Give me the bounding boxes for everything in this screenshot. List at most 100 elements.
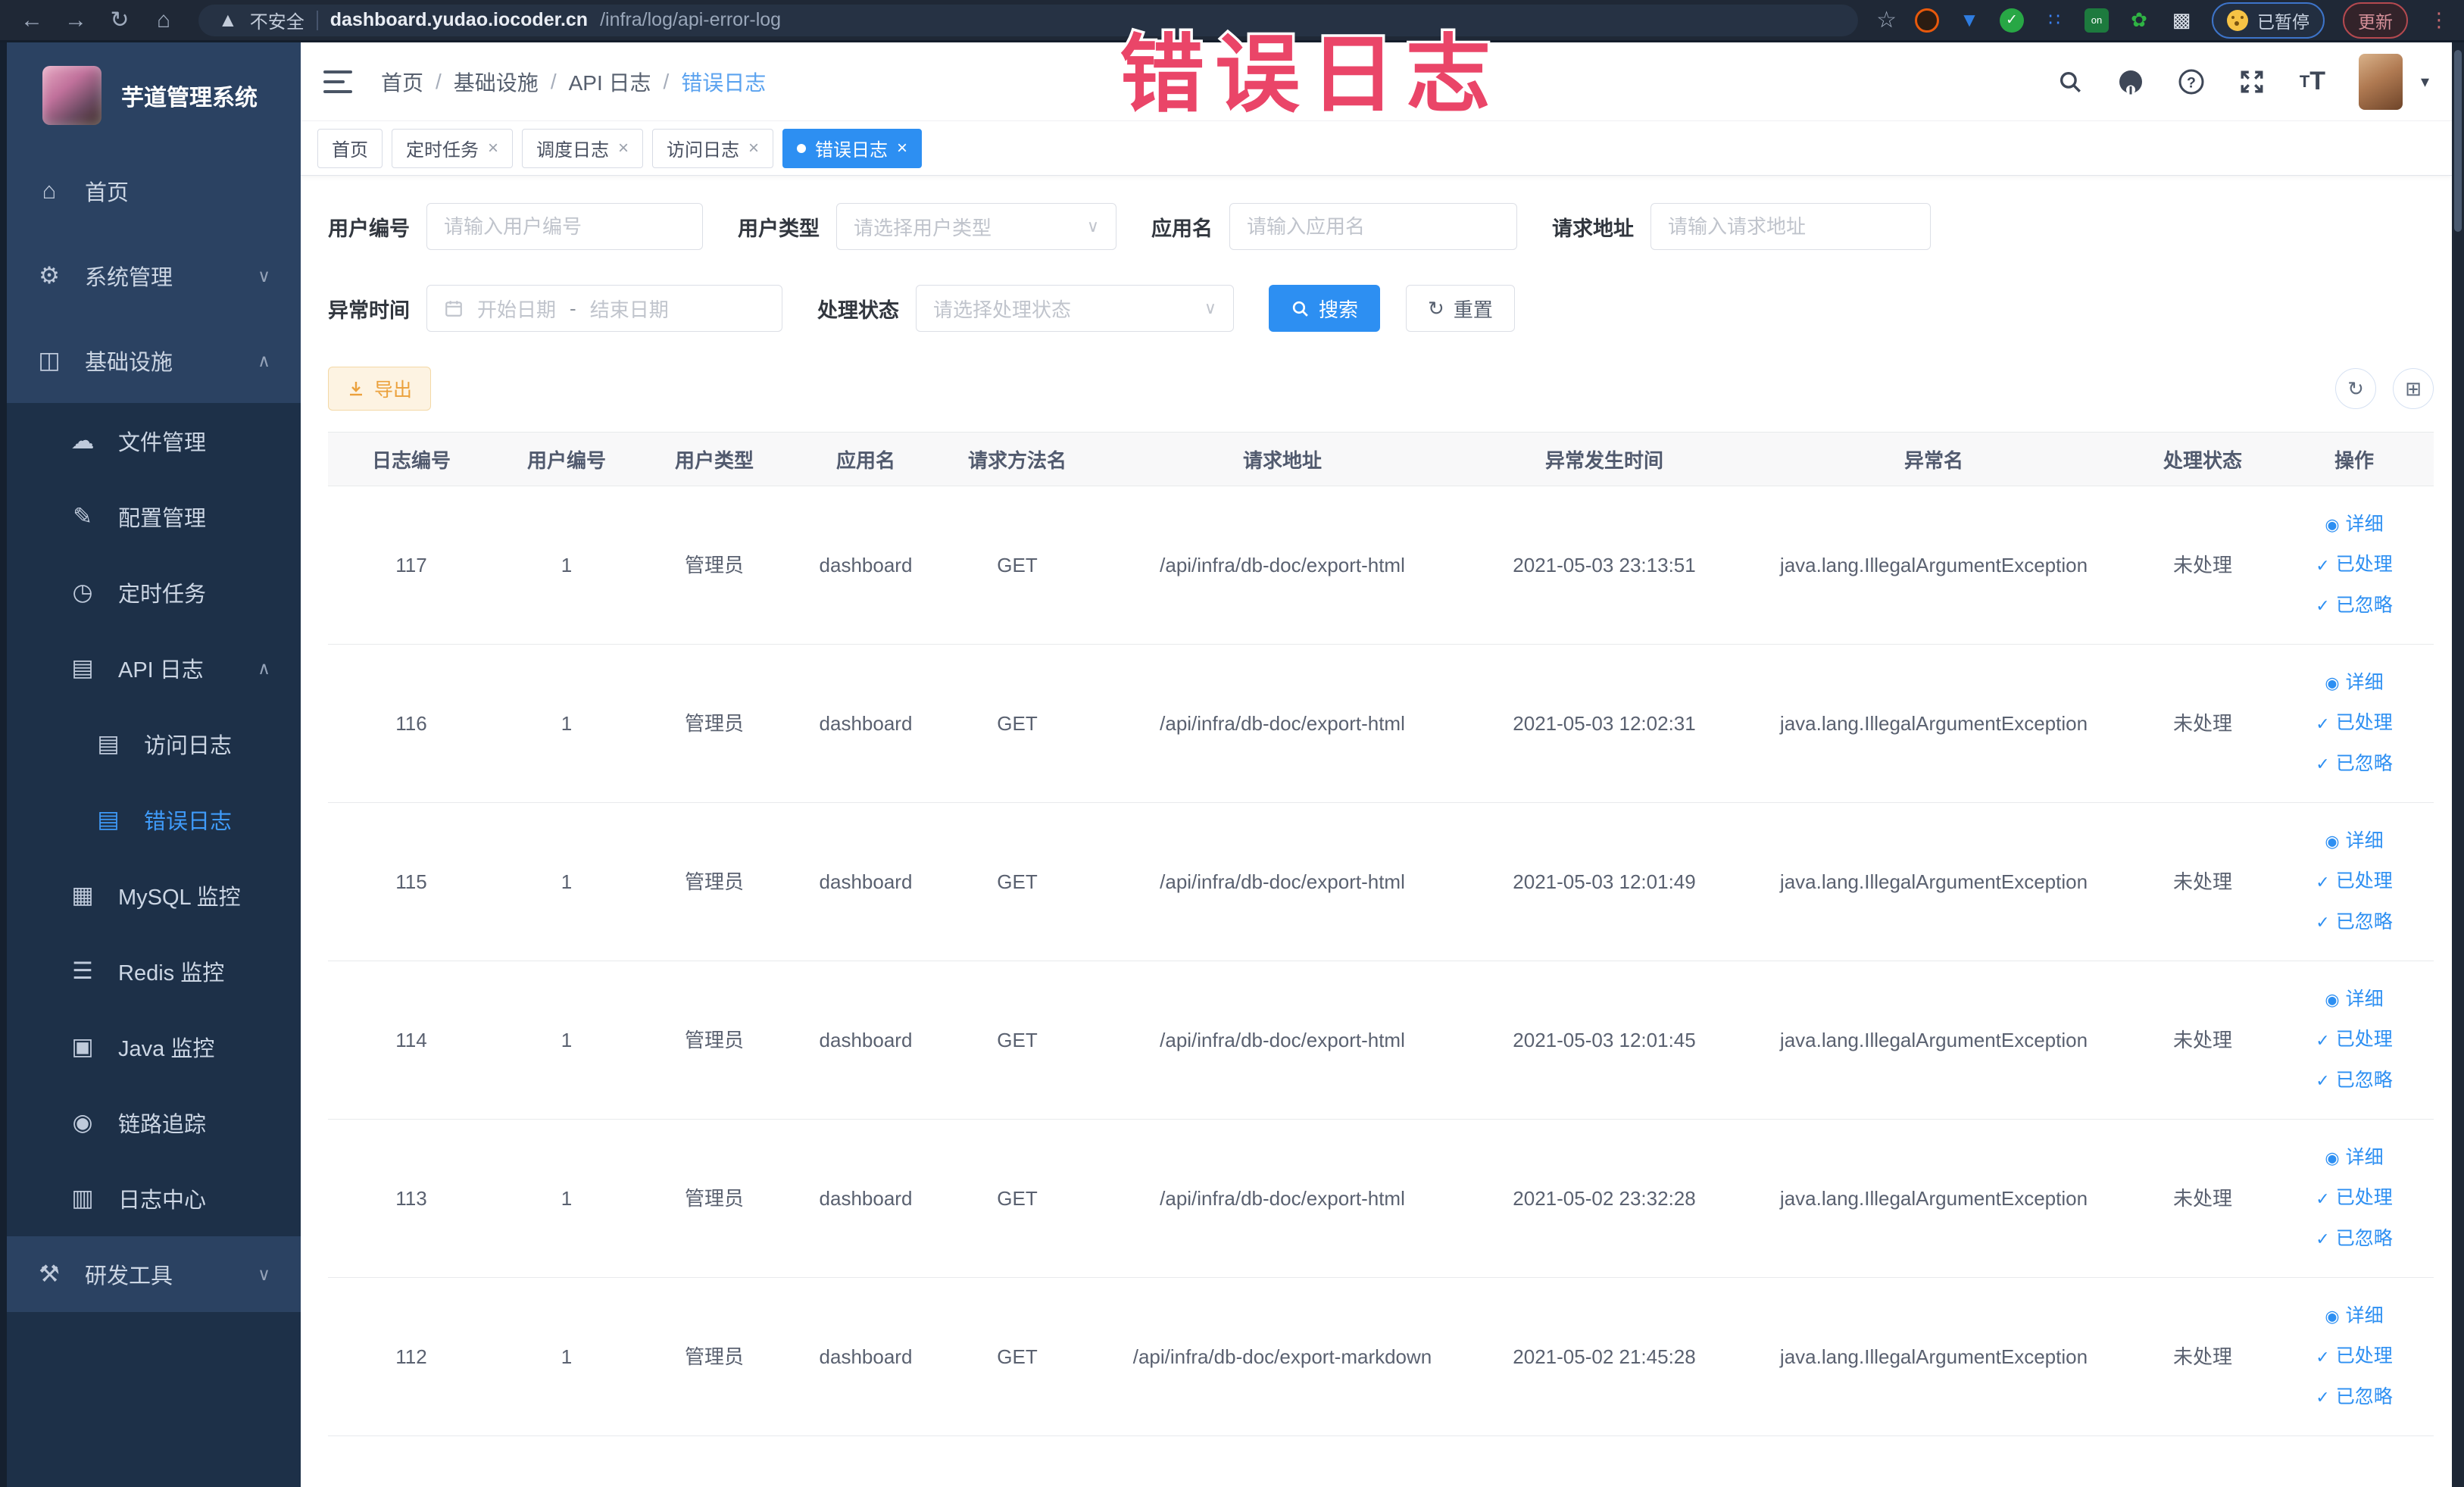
extension-on-badge-icon[interactable]: on [2085, 8, 2109, 33]
page-scrollbar-track[interactable] [2452, 42, 2464, 1487]
address-bar[interactable]: ▲ 不安全 dashboard.yudao.iocoder.cn /infra/… [198, 4, 1859, 36]
search-button[interactable]: 搜索 [1269, 285, 1381, 332]
reload-icon[interactable]: ↻ [103, 7, 136, 33]
sidebar-item-label: Java 监控 [118, 1037, 215, 1061]
cell-id: 114 [395, 1028, 427, 1051]
process-status-select[interactable]: 请选择处理状态 ∨ [916, 285, 1234, 332]
font-size-icon[interactable]: TT [2298, 67, 2327, 96]
processed-action-link[interactable]: ✓ 已处理 [2316, 551, 2392, 579]
processed-action-link[interactable]: ✓ 已处理 [2316, 1026, 2392, 1054]
user-id-input[interactable] [426, 203, 703, 250]
breadcrumb-item[interactable]: 基础设施 [454, 67, 539, 97]
detail-action-link[interactable]: ◉ 详细 [2325, 827, 2383, 856]
ignored-action-link[interactable]: ✓ 已忽略 [2316, 1383, 2392, 1412]
breadcrumb-item[interactable]: 首页 [381, 67, 423, 97]
sidebar-item-infrastructure[interactable]: ◫ 基础设施 ∧ [0, 318, 301, 403]
detail-action-link[interactable]: ◉ 详细 [2325, 1302, 2383, 1331]
breadcrumb-item[interactable]: API 日志 [569, 67, 651, 97]
sidebar-item-home[interactable]: ⌂ 首页 [0, 148, 301, 233]
update-button-label: 更新 [2358, 11, 2393, 32]
github-icon[interactable] [2116, 67, 2145, 96]
extension-leaf-icon[interactable]: ✿ [2127, 8, 2151, 33]
detail-action-link[interactable]: ◉ 详细 [2325, 986, 2383, 1014]
back-icon[interactable]: ← [15, 8, 48, 33]
detail-action-link[interactable]: ◉ 详细 [2325, 511, 2383, 539]
chevron-down-icon: ∨ [258, 265, 270, 286]
close-icon[interactable]: × [748, 139, 759, 158]
detail-action-link[interactable]: ◉ 详细 [2325, 669, 2383, 698]
help-icon[interactable]: ? [2177, 67, 2206, 96]
browser-menu-kebab-icon[interactable]: ⋮ [2429, 8, 2449, 32]
date-range-picker[interactable]: 开始日期 - 结束日期 [426, 285, 782, 332]
fullscreen-icon[interactable] [2238, 67, 2266, 96]
detail-action-link[interactable]: ◉ 详细 [2325, 1144, 2383, 1173]
sidebar-item-cloud-upload[interactable]: ☁ 文件管理 [0, 403, 301, 479]
cell-url: /api/infra/db-doc/export-html [1160, 1186, 1405, 1210]
page-scrollbar-thumb[interactable] [2454, 50, 2462, 232]
user-type-select[interactable]: 请选择用户类型 ∨ [836, 203, 1116, 250]
request-url-input[interactable] [1650, 203, 1931, 250]
forward-icon[interactable]: → [59, 8, 92, 33]
processed-action-link[interactable]: ✓ 已处理 [2316, 1342, 2392, 1371]
refresh-table-button[interactable]: ↻ [2335, 368, 2376, 409]
sidebar-item-gear[interactable]: ⚙ 系统管理 ∨ [0, 233, 301, 318]
ignored-action-link[interactable]: ✓ 已忽略 [2316, 592, 2392, 620]
cell-method: GET [997, 1028, 1038, 1051]
sidebar-item-mysql-monitor[interactable]: ▦ MySQL 监控 [0, 858, 301, 933]
cell-exception: java.lang.IllegalArgumentException [1779, 553, 2088, 576]
extension-orange-icon[interactable] [1915, 8, 1939, 33]
paused-badge[interactable]: 已暂停 [2212, 2, 2325, 39]
sidebar-item-api-log[interactable]: ▤ API 日志 ∧ [0, 630, 301, 706]
extensions-puzzle-icon[interactable]: ▩ [2169, 8, 2194, 33]
sidebar-item-java-monitor[interactable]: ▣ Java 监控 [0, 1009, 301, 1085]
avatar[interactable] [2358, 53, 2403, 110]
sidebar-logo-row[interactable]: 芋道管理系统 [0, 42, 301, 148]
user-menu-caret-icon[interactable]: ▾ [2421, 72, 2429, 92]
search-icon[interactable] [2056, 67, 2085, 96]
cell-time: 2021-05-03 12:01:45 [1513, 1028, 1696, 1051]
sidebar-item-timer[interactable]: ◷ 定时任务 [0, 555, 301, 630]
tab-view-3[interactable]: 访问日志 × [652, 128, 774, 168]
ignored-action-link[interactable]: ✓ 已忽略 [2316, 1225, 2392, 1254]
sidebar-item-access-log[interactable]: ▤ 访问日志 [0, 706, 301, 782]
export-button[interactable]: 导出 [328, 367, 432, 411]
sidebar-collapse-icon[interactable] [323, 70, 352, 93]
ignored-action-link[interactable]: ✓ 已忽略 [2316, 1067, 2392, 1095]
processed-action-link[interactable]: ✓ 已处理 [2316, 709, 2392, 738]
sidebar-item-trace[interactable]: ◉ 链路追踪 [0, 1085, 301, 1161]
home-icon[interactable]: ⌂ [147, 8, 180, 33]
close-icon[interactable]: × [488, 139, 498, 158]
breadcrumb-item[interactable]: 错误日志 [681, 67, 766, 97]
ignored-action-link[interactable]: ✓ 已忽略 [2316, 908, 2392, 937]
sidebar-item-error-log[interactable]: ▤ 错误日志 [0, 782, 301, 858]
processed-action-link[interactable]: ✓ 已处理 [2316, 867, 2392, 896]
sidebar-item-dev-tools[interactable]: ⚒ 研发工具 ∨ [0, 1236, 301, 1312]
cell-app: dashboard [819, 1345, 913, 1368]
reset-button[interactable]: ↻ 重置 [1406, 285, 1515, 332]
sidebar-item-config-edit[interactable]: ✎ 配置管理 [0, 479, 301, 555]
app-name-input[interactable] [1229, 203, 1517, 250]
sidebar-item-redis-monitor[interactable]: ☰ Redis 监控 [0, 933, 301, 1009]
column-settings-button[interactable]: ⊞ [2393, 368, 2434, 409]
infrastructure-icon: ◫ [38, 347, 61, 373]
sidebar-item-log-center[interactable]: ▥ 日志中心 [0, 1161, 301, 1236]
close-icon[interactable]: × [618, 139, 629, 158]
extension-shield-icon[interactable]: ▼ [1957, 8, 1982, 33]
bookmark-star-icon[interactable]: ☆ [1876, 8, 1897, 33]
ignored-action-link[interactable]: ✓ 已忽略 [2316, 750, 2392, 779]
tab-home[interactable]: 首页 [317, 128, 383, 168]
breadcrumb: 首页 / 基础设施 / API 日志 / 错误日志 [381, 67, 766, 97]
filter-row-2: 异常时间 开始日期 - 结束日期 处理状态 请选择处理状态 ∨ 搜索 ↻ 重置 [328, 285, 2434, 332]
tab-view-2[interactable]: 调度日志 × [522, 128, 644, 168]
extension-grid-icon[interactable]: ∷ [2042, 8, 2066, 33]
user-type-label: 用户类型 [738, 217, 820, 240]
log-center-icon: ▥ [71, 1185, 94, 1211]
update-button[interactable]: 更新 [2343, 2, 2408, 39]
check-icon: ✓ [2316, 1229, 2330, 1248]
chevron-up-icon: ∧ [258, 350, 270, 370]
extension-green-check-icon[interactable]: ✓ [2000, 8, 2024, 33]
tab-view-4[interactable]: 错误日志 × [782, 128, 923, 168]
tab-view-1[interactable]: 定时任务 × [392, 128, 514, 168]
processed-action-link[interactable]: ✓ 已处理 [2316, 1184, 2392, 1213]
close-icon[interactable]: × [897, 139, 907, 158]
